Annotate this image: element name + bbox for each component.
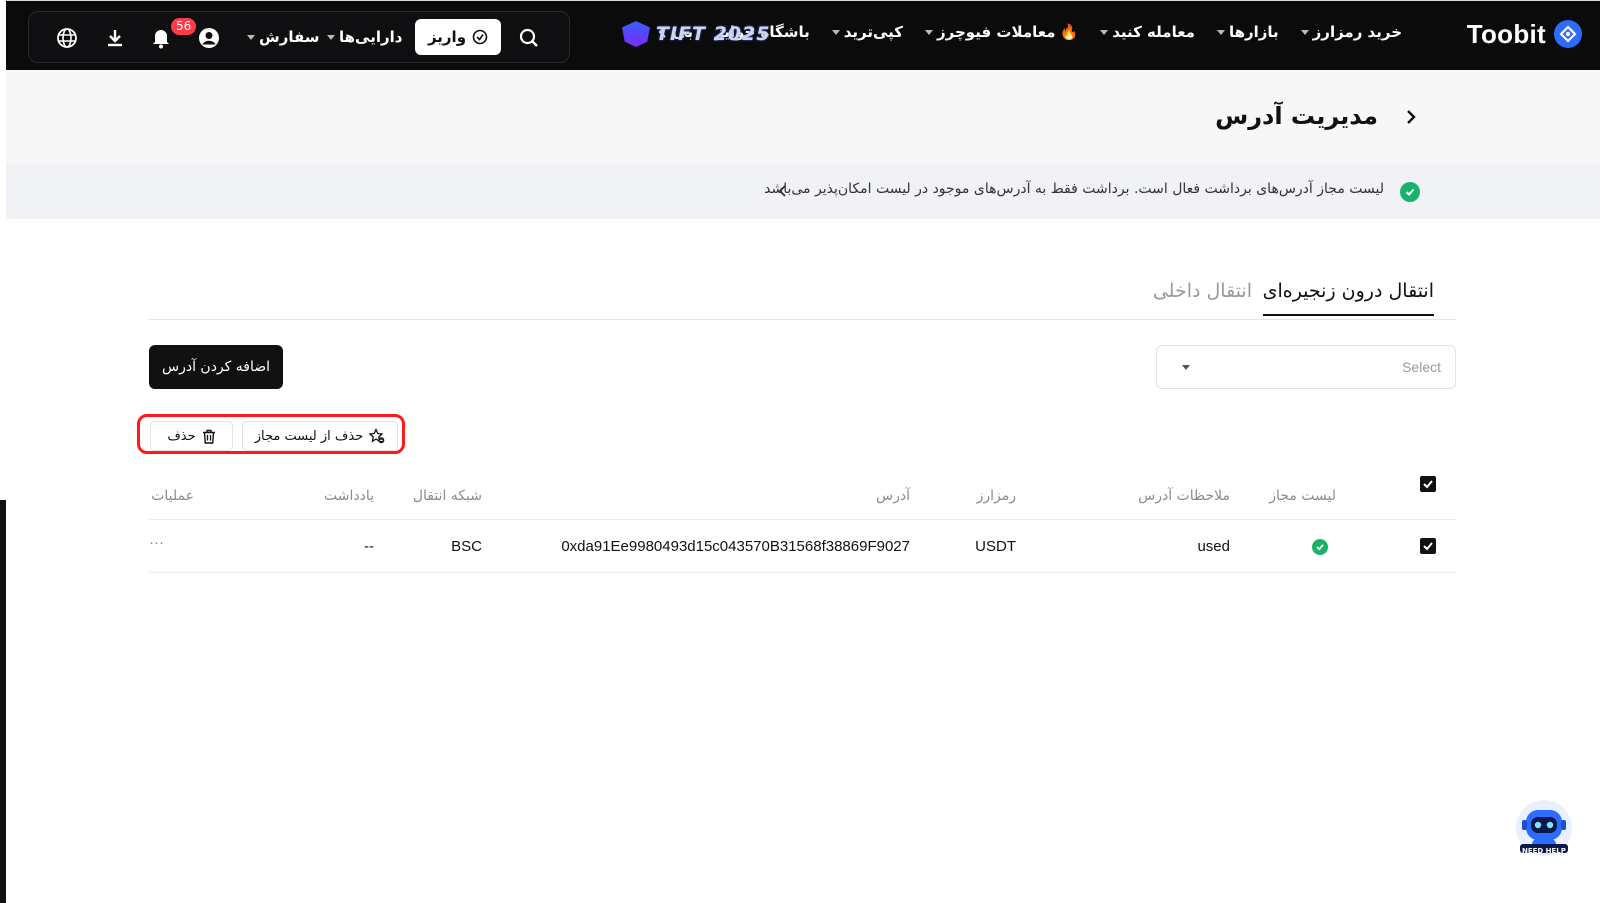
caret-down-icon xyxy=(327,34,335,40)
cell-memo: -- xyxy=(364,538,374,555)
whitelist-notice-text: لیست مجاز آدرس‌های برداشت فعال است. بردا… xyxy=(764,181,1384,197)
header-network: شبکه انتقال xyxy=(412,488,482,504)
assets-menu[interactable]: دارایی‌ها xyxy=(327,28,402,46)
top-navbar: Toobit خرید رمزارز بازارها معامله کنید م… xyxy=(6,1,1600,70)
page-title: مدیریت آدرس xyxy=(1215,102,1378,130)
fire-icon: 🔥 xyxy=(1059,23,1079,41)
row-more-menu[interactable]: ··· xyxy=(149,534,164,551)
orders-label: سفارش xyxy=(259,28,320,46)
tab-on-chain-transfer[interactable]: انتقال درون زنجیره‌ای xyxy=(1262,280,1434,316)
tift-promo-banner[interactable]: TIFT 2025 xyxy=(622,21,770,47)
select-placeholder: Select xyxy=(1402,359,1441,375)
assets-label: دارایی‌ها xyxy=(339,28,403,46)
header-address-notes: ملاحظات آدرس xyxy=(1138,488,1230,504)
caret-down-icon xyxy=(1100,29,1109,35)
delete-button[interactable]: حذف xyxy=(150,421,233,451)
toobit-logo-icon xyxy=(1554,20,1582,48)
nav-item-copy-trade[interactable]: کپی‌ترید xyxy=(831,23,904,41)
deposit-icon xyxy=(472,29,488,45)
caret-down-icon xyxy=(925,29,934,35)
row-checkbox[interactable] xyxy=(1420,538,1436,554)
deposit-button[interactable]: واریز xyxy=(415,19,501,55)
header-memo: یادداشت xyxy=(324,488,374,504)
header-address: آدرس xyxy=(876,488,910,504)
cell-address: 0xda91Ee9980493d15c043570B31568f38869F90… xyxy=(561,538,910,555)
trash-icon xyxy=(202,429,215,444)
user-toolbar: 56 سفارش دارایی‌ها واریز xyxy=(28,11,570,63)
page-header: مدیریت آدرس xyxy=(6,70,1600,164)
caret-down-icon xyxy=(1216,29,1225,35)
nav-label: معاملات فیوچرز xyxy=(937,23,1056,41)
header-currency: رمزارز xyxy=(976,488,1016,504)
nav-item-futures[interactable]: معاملات فیوچرز 🔥 xyxy=(925,23,1078,41)
notice-chevron-icon[interactable] xyxy=(778,185,788,197)
search-icon[interactable] xyxy=(517,26,541,50)
select-all-checkbox[interactable] xyxy=(1420,476,1436,492)
table-row: used USDT 0xda91Ee9980493d15c043570B3156… xyxy=(149,520,1456,573)
nav-item-trade[interactable]: معامله کنید xyxy=(1100,23,1195,41)
nav-label: معامله کنید xyxy=(1112,23,1195,41)
back-chevron-icon[interactable] xyxy=(1402,108,1420,126)
deposit-label: واریز xyxy=(427,28,467,46)
whitelist-notice-banner: لیست مجاز آدرس‌های برداشت فعال است. بردا… xyxy=(6,164,1600,219)
caret-down-icon xyxy=(247,34,255,40)
caret-down-icon xyxy=(1300,29,1309,35)
nav-item-markets[interactable]: بازارها xyxy=(1216,23,1279,41)
logo-text: Toobit xyxy=(1466,18,1546,49)
whitelisted-check-icon xyxy=(1312,539,1328,555)
star-remove-icon xyxy=(369,428,385,444)
caret-down-icon xyxy=(1182,365,1190,370)
currency-select[interactable]: Select xyxy=(1156,345,1456,389)
address-table: لیست مجاز ملاحظات آدرس رمزارز آدرس شبکه … xyxy=(149,474,1456,573)
help-label: NEED HELP xyxy=(1522,847,1566,855)
notification-bell-icon[interactable] xyxy=(149,26,173,50)
cell-network: BSC xyxy=(451,538,482,555)
cell-address-notes: used xyxy=(1197,538,1230,555)
nav-item-buy-crypto[interactable]: خرید رمزارز xyxy=(1300,23,1402,41)
tift-promo-text: TIFT 2025 xyxy=(656,23,771,45)
nav-label: بازارها xyxy=(1228,23,1279,41)
header-whitelist: لیست مجاز xyxy=(1269,488,1336,504)
tift-badge-icon xyxy=(622,21,650,47)
language-globe-icon[interactable] xyxy=(55,26,79,50)
help-robot-widget[interactable]: NEED HELP xyxy=(1514,798,1574,860)
toobit-logo[interactable]: Toobit xyxy=(1467,17,1582,51)
orders-menu[interactable]: سفارش xyxy=(247,28,320,46)
nav-label: کپی‌ترید xyxy=(843,23,904,41)
bulk-actions-highlight: حذف از لیست مجاز حذف xyxy=(137,414,405,454)
download-icon[interactable] xyxy=(103,26,127,50)
remove-from-whitelist-button[interactable]: حذف از لیست مجاز xyxy=(242,421,398,451)
table-header-row: لیست مجاز ملاحظات آدرس رمزارز آدرس شبکه … xyxy=(149,474,1456,520)
remove-from-whitelist-label: حذف از لیست مجاز xyxy=(254,428,364,444)
caret-down-icon xyxy=(831,29,840,35)
header-operations: عملیات xyxy=(151,488,194,504)
transfer-type-tabs: انتقال درون زنجیره‌ای انتقال داخلی xyxy=(149,270,1456,320)
nav-label: خرید رمزارز xyxy=(1312,23,1402,41)
notification-count-badge: 56 xyxy=(171,18,197,35)
delete-label: حذف xyxy=(167,428,196,444)
success-check-icon xyxy=(1400,182,1420,202)
tab-internal-transfer[interactable]: انتقال داخلی xyxy=(1153,280,1252,302)
user-avatar-icon[interactable] xyxy=(197,26,221,50)
cell-currency: USDT xyxy=(975,538,1016,555)
add-address-button[interactable]: اضافه کردن آدرس xyxy=(149,345,283,389)
